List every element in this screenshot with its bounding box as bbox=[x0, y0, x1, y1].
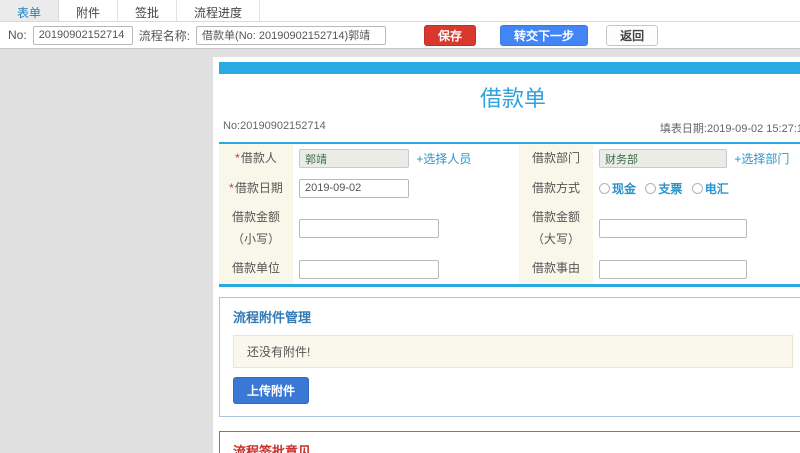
tab-bar: 表单 附件 签批 流程进度 bbox=[0, 0, 800, 22]
loan-unit-label: 借款单位 bbox=[219, 254, 293, 286]
loan-method-cell: 现金 支票 电汇 bbox=[593, 173, 800, 204]
no-input[interactable] bbox=[32, 25, 133, 45]
tab-form[interactable]: 表单 bbox=[0, 0, 60, 21]
amount-lower-input[interactable] bbox=[299, 219, 439, 239]
table-row: 借款单位 借款事由 bbox=[219, 254, 800, 286]
required-mark: * bbox=[229, 180, 234, 195]
loan-date-input[interactable] bbox=[299, 178, 409, 198]
loan-date-label: *借款日期 bbox=[219, 173, 293, 204]
radio-cheque[interactable]: 支票 bbox=[645, 180, 682, 197]
flow-name-label: 流程名称: bbox=[138, 28, 191, 43]
form-meta-row: No:20190902152714 填表日期:2019-09-02 15:27:… bbox=[219, 118, 800, 144]
borrower-cell: +选择人员 bbox=[293, 144, 519, 174]
radio-wire[interactable]: 电汇 bbox=[691, 180, 729, 197]
table-row: *借款人 +选择人员 借款部门 +选择部门 bbox=[219, 144, 800, 174]
select-person-link[interactable]: +选择人员 bbox=[416, 152, 471, 166]
select-department-link[interactable]: +选择部门 bbox=[734, 152, 789, 166]
form-panel: 借款单 No:20190902152714 填表日期:2019-09-02 15… bbox=[213, 57, 800, 453]
tab-progress[interactable]: 流程进度 bbox=[177, 0, 261, 21]
table-row: 借款金额（小写） 借款金额（大写） bbox=[219, 203, 800, 255]
borrower-label: *借款人 bbox=[219, 144, 293, 174]
no-attachments-alert: 还没有附件! bbox=[233, 334, 793, 368]
loan-reason-cell bbox=[593, 254, 800, 286]
panel-accent-bar bbox=[219, 62, 800, 74]
page-title: 借款单 bbox=[479, 86, 546, 111]
command-bar: No: 流程名称: 保存 转交下一步 返回 bbox=[0, 22, 800, 49]
department-label: 借款部门 bbox=[519, 144, 593, 174]
radio-icon bbox=[645, 182, 657, 194]
amount-upper-label: 借款金额（大写） bbox=[519, 203, 593, 255]
radio-icon bbox=[691, 182, 703, 194]
upload-attachment-button[interactable]: 上传附件 bbox=[233, 376, 310, 404]
loan-unit-input[interactable] bbox=[299, 259, 439, 279]
loan-form-table: *借款人 +选择人员 借款部门 +选择部门 *借款日期 bbox=[219, 144, 800, 287]
attachments-heading: 流程附件管理 bbox=[233, 309, 312, 325]
radio-icon bbox=[599, 182, 610, 194]
flow-name-input[interactable] bbox=[196, 25, 387, 45]
form-no-text: No:20190902152714 bbox=[223, 120, 326, 132]
required-mark: * bbox=[235, 151, 240, 165]
loan-date-cell bbox=[293, 173, 519, 204]
borrower-field[interactable] bbox=[299, 149, 409, 169]
amount-lower-cell bbox=[293, 203, 519, 255]
workspace: 借款单 No:20190902152714 填表日期:2019-09-02 15… bbox=[0, 49, 800, 453]
loan-method-label: 借款方式 bbox=[519, 173, 593, 204]
department-field[interactable] bbox=[599, 149, 727, 169]
loan-reason-input[interactable] bbox=[599, 259, 747, 279]
loan-unit-cell bbox=[293, 254, 519, 286]
amount-upper-input[interactable] bbox=[599, 219, 747, 239]
approval-section: 流程签批意见 B I abc ✎ ∞ ∞✕ ⚑ 1≡ •≡ bbox=[219, 430, 800, 453]
no-label: No: bbox=[8, 28, 27, 42]
department-cell: +选择部门 bbox=[593, 144, 800, 174]
table-row: *借款日期 借款方式 现金 支票 电汇 bbox=[219, 173, 800, 204]
approval-heading: 流程签批意见 bbox=[233, 443, 312, 453]
tab-approval[interactable]: 签批 bbox=[118, 0, 178, 21]
back-button[interactable]: 返回 bbox=[606, 24, 659, 46]
loan-reason-label: 借款事由 bbox=[519, 254, 593, 286]
amount-lower-label: 借款金额（小写） bbox=[219, 203, 293, 255]
tab-attachments[interactable]: 附件 bbox=[59, 0, 119, 21]
screen: 表单 附件 签批 流程进度 No: 流程名称: 保存 转交下一步 返回 借款单 … bbox=[0, 0, 800, 453]
save-button[interactable]: 保存 bbox=[424, 24, 477, 46]
attachments-section: 流程附件管理 还没有附件! 上传附件 bbox=[219, 296, 800, 417]
amount-upper-cell bbox=[593, 203, 800, 255]
radio-cash[interactable]: 现金 bbox=[599, 180, 636, 197]
form-date-text: 填表日期:2019-09-02 15:27:1 bbox=[659, 123, 800, 135]
next-step-button[interactable]: 转交下一步 bbox=[500, 24, 589, 46]
